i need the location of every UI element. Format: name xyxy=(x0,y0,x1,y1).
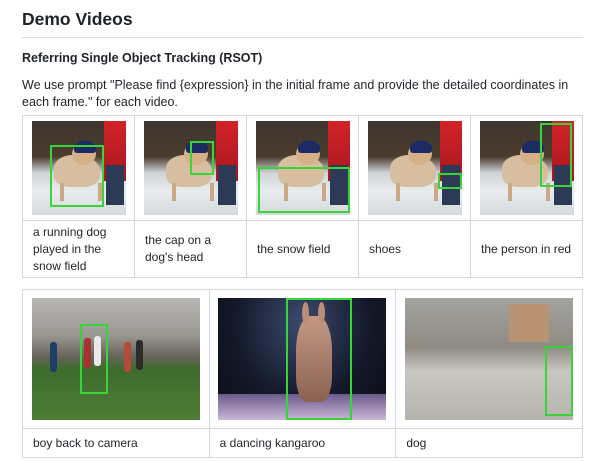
demo-caption: the person in red xyxy=(470,220,583,278)
demo-table-row1: a running dog played in the snow field t… xyxy=(22,115,583,278)
demo-video-cell[interactable] xyxy=(134,115,247,221)
demo-video-cell[interactable] xyxy=(208,289,397,429)
tracking-bbox xyxy=(49,145,104,207)
demo-caption: a running dog played in the snow field xyxy=(22,220,135,278)
demo-video-cell[interactable] xyxy=(22,115,135,221)
demo-video-dog[interactable] xyxy=(405,298,574,420)
readme-content: Demo Videos Referring Single Object Trac… xyxy=(22,0,583,458)
tracking-bbox xyxy=(286,298,353,420)
demo-caption: dog xyxy=(395,428,583,458)
tracking-bbox xyxy=(79,324,108,394)
description-text: We use prompt "Please find {expression} … xyxy=(22,78,569,109)
demo-video-boy-back[interactable] xyxy=(31,298,200,420)
demo-video-person-red[interactable] xyxy=(479,121,574,215)
demo-caption: the cap on a dog's head xyxy=(134,220,247,278)
tracking-bbox xyxy=(257,167,350,213)
demo-caption: shoes xyxy=(358,220,471,278)
demo-video-cell[interactable] xyxy=(470,115,583,221)
page-title: Demo Videos xyxy=(22,0,583,38)
demo-video-snow-field[interactable] xyxy=(255,121,350,215)
demo-caption: boy back to camera xyxy=(22,428,210,458)
demo-caption: a dancing kangaroo xyxy=(208,428,397,458)
tracking-bbox xyxy=(545,346,574,416)
demo-video-kangaroo[interactable] xyxy=(218,298,387,420)
tracking-bbox xyxy=(539,123,572,187)
tracking-bbox xyxy=(437,173,462,189)
demo-video-cell[interactable] xyxy=(395,289,583,429)
demo-caption: the snow field xyxy=(246,220,359,278)
demo-video-cell[interactable] xyxy=(22,289,210,429)
section-title: Referring Single Object Tracking (RSOT) xyxy=(22,51,263,65)
demo-video-cell[interactable] xyxy=(358,115,471,221)
demo-video-cap[interactable] xyxy=(143,121,238,215)
demo-video-shoes[interactable] xyxy=(367,121,462,215)
tracking-bbox xyxy=(189,141,214,175)
demo-video-cell[interactable] xyxy=(246,115,359,221)
demo-video-running-dog[interactable] xyxy=(31,121,126,215)
demo-table-row2: boy back to camera a dancing kangaroo do… xyxy=(22,289,583,458)
